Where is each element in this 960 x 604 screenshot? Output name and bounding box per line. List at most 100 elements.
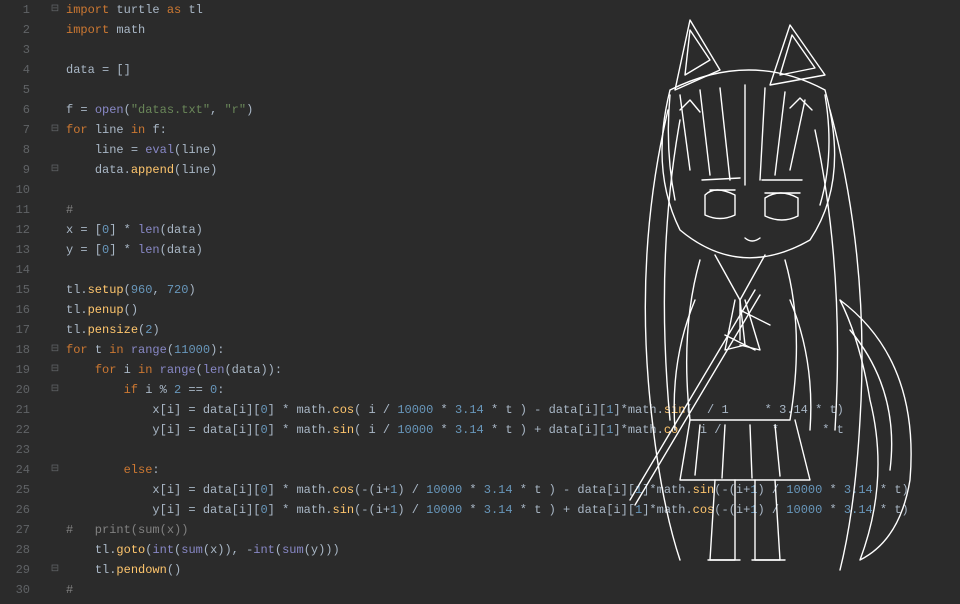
fold-spacer	[48, 420, 62, 440]
token-f: cos	[693, 503, 715, 517]
token-id: i	[167, 423, 174, 437]
fold-toggle-icon[interactable]: ⊟	[48, 360, 62, 380]
fold-toggle-icon[interactable]: ⊟	[48, 120, 62, 140]
line-number: 14	[0, 260, 30, 280]
token-k: for	[66, 123, 95, 137]
code-line[interactable]: import math	[66, 20, 960, 40]
code-line[interactable]: y[i] = data[i][0] * math.sin(-(i+1) / 10…	[66, 500, 960, 520]
code-line[interactable]	[66, 440, 960, 460]
token-id: data	[203, 483, 232, 497]
token-n: 3.14	[844, 503, 873, 517]
fold-column[interactable]: ⊟⊟⊟⊟⊟⊟⊟⊟	[48, 0, 62, 600]
code-line[interactable]	[66, 180, 960, 200]
token-op: :	[160, 123, 167, 137]
code-line[interactable]: y[i] = data[i][0] * math.sin( i / 10000 …	[66, 420, 960, 440]
code-line[interactable]: tl.pensize(2)	[66, 320, 960, 340]
code-line[interactable]: for line in f:	[66, 120, 960, 140]
token-id: data	[232, 363, 261, 377]
code-line[interactable]: tl.penup()	[66, 300, 960, 320]
fold-spacer	[48, 440, 62, 460]
token-f: append	[131, 163, 174, 177]
token-k: in	[109, 343, 131, 357]
token-id: tl	[66, 303, 80, 317]
token-id: i	[613, 503, 620, 517]
token-op: )	[196, 243, 203, 257]
code-line[interactable]: else:	[66, 460, 960, 480]
token-op: [	[232, 423, 239, 437]
fold-toggle-icon[interactable]: ⊟	[48, 560, 62, 580]
token-op	[66, 383, 124, 397]
code-line[interactable]: line = eval(line)	[66, 140, 960, 160]
token-n: 0	[260, 423, 267, 437]
code-line[interactable]: data = []	[66, 60, 960, 80]
line-number: 24	[0, 460, 30, 480]
fold-spacer	[48, 180, 62, 200]
code-line[interactable]	[66, 80, 960, 100]
token-id: math	[628, 423, 657, 437]
token-op: .	[685, 483, 692, 497]
token-op: = []	[102, 63, 131, 77]
code-line[interactable]: tl.goto(int(sum(x)), -int(sum(y)))	[66, 540, 960, 560]
code-line[interactable]: import turtle as tl	[66, 0, 960, 20]
code-line[interactable]: y = [0] * len(data)	[66, 240, 960, 260]
code-line[interactable]: #	[66, 200, 960, 220]
code-line[interactable]: tl.setup(960, 720)	[66, 280, 960, 300]
token-id: i	[239, 503, 246, 517]
code-line[interactable]: x[i] = data[i][0] * math.cos( i / 10000 …	[66, 400, 960, 420]
token-n: 10000	[426, 503, 462, 517]
fold-spacer	[48, 300, 62, 320]
token-op: *	[462, 483, 484, 497]
token-op: (-(	[714, 503, 736, 517]
token-id: data	[577, 503, 606, 517]
code-line[interactable]	[66, 40, 960, 60]
token-op: [	[160, 503, 167, 517]
token-op: )	[196, 223, 203, 237]
fold-toggle-icon[interactable]: ⊟	[48, 460, 62, 480]
code-line[interactable]: if i % 2 == 0:	[66, 380, 960, 400]
line-number: 30	[0, 580, 30, 600]
token-op: ()	[124, 303, 138, 317]
line-number: 29	[0, 560, 30, 580]
code-editor[interactable]: 1234567891011121314151617181920212223242…	[0, 0, 960, 600]
token-f: pensize	[88, 323, 138, 337]
fold-toggle-icon[interactable]: ⊟	[48, 340, 62, 360]
code-line[interactable]	[66, 260, 960, 280]
code-line[interactable]: data.append(line)	[66, 160, 960, 180]
token-id: math	[296, 423, 325, 437]
line-number: 16	[0, 300, 30, 320]
token-op: ) /	[757, 503, 786, 517]
code-line[interactable]: # print(sum(x))	[66, 520, 960, 540]
token-bi: int	[253, 543, 275, 557]
code-line[interactable]: f = open("datas.txt", "r")	[66, 100, 960, 120]
code-line[interactable]: x = [0] * len(data)	[66, 220, 960, 240]
token-op: ][	[246, 423, 260, 437]
token-id: data	[203, 503, 232, 517]
token-id: data	[66, 63, 102, 77]
code-line[interactable]: for i in range(len(data)):	[66, 360, 960, 380]
token-op: )))	[318, 543, 340, 557]
token-op	[66, 503, 152, 517]
token-n: 10000	[397, 423, 433, 437]
token-op: ][	[592, 403, 606, 417]
code-line[interactable]: x[i] = data[i][0] * math.cos(-(i+1) / 10…	[66, 480, 960, 500]
token-id: t	[894, 503, 901, 517]
token-n: 3.14	[844, 483, 873, 497]
fold-toggle-icon[interactable]: ⊟	[48, 0, 62, 20]
code-area[interactable]: import turtle as tlimport math data = [] f…	[62, 0, 960, 600]
line-number: 12	[0, 220, 30, 240]
fold-spacer	[48, 280, 62, 300]
fold-toggle-icon[interactable]: ⊟	[48, 380, 62, 400]
code-line[interactable]: #	[66, 580, 960, 600]
code-line[interactable]: tl.pendown()	[66, 560, 960, 580]
token-op: :	[152, 463, 159, 477]
token-op: .	[325, 423, 332, 437]
token-op	[66, 163, 95, 177]
token-id: data	[95, 163, 124, 177]
fold-spacer	[48, 260, 62, 280]
fold-spacer	[48, 580, 62, 600]
fold-toggle-icon[interactable]: ⊟	[48, 160, 62, 180]
token-op: .	[685, 503, 692, 517]
token-id: f	[66, 103, 80, 117]
token-op: ) -	[541, 483, 577, 497]
code-line[interactable]: for t in range(11000):	[66, 340, 960, 360]
